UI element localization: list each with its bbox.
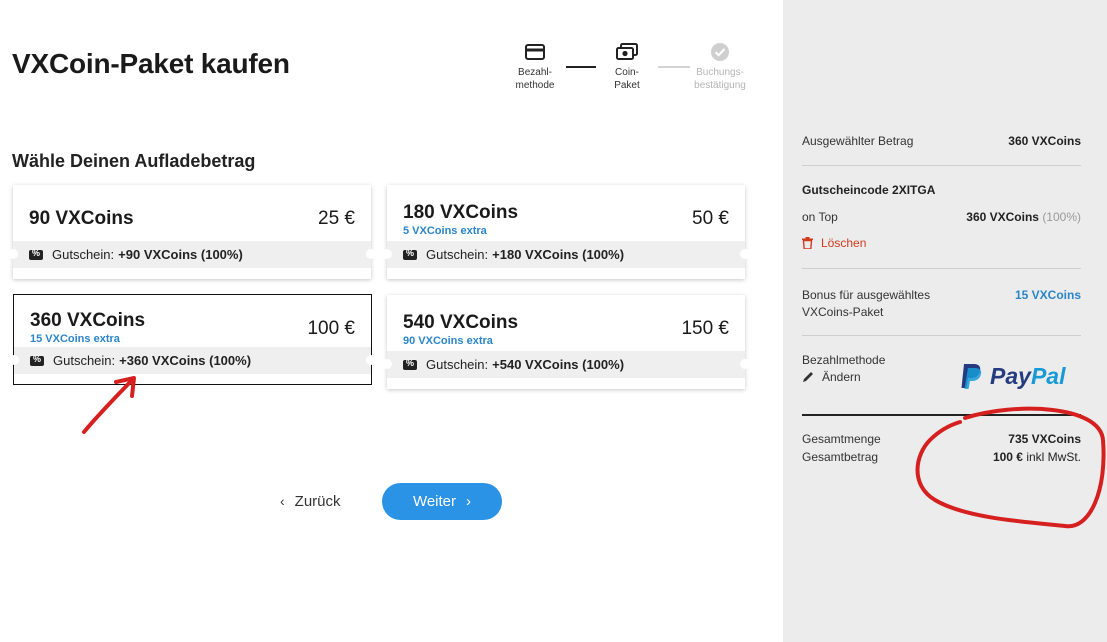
on-top-label: on Top bbox=[802, 210, 838, 224]
voucher-strip: Gutschein: +540 VXCoins (100%) bbox=[382, 351, 750, 378]
section-title: Wähle Deinen Aufladebetrag bbox=[12, 151, 256, 171]
step-label: Coin- Paket bbox=[614, 67, 640, 91]
voucher-value: +540 VXCoins (100%) bbox=[492, 357, 625, 372]
voucher-icon bbox=[29, 248, 43, 260]
package-extra: 15 VXCoins extra bbox=[30, 333, 120, 345]
package-price: 25 € bbox=[318, 208, 355, 229]
delete-voucher-button[interactable]: Löschen bbox=[802, 236, 866, 250]
package-price: 50 € bbox=[692, 208, 729, 229]
voucher-label: Gutschein: bbox=[426, 247, 489, 262]
page-title: VXCoin-Paket kaufen bbox=[12, 48, 290, 79]
package-name: 360 VXCoins bbox=[30, 310, 146, 331]
divider bbox=[802, 268, 1081, 269]
total-amount-label: Gesamtbetrag bbox=[802, 450, 879, 464]
selected-amount-label: Ausgewählter Betrag bbox=[802, 134, 914, 148]
change-label: Ändern bbox=[822, 370, 861, 384]
voucher-value: +180 VXCoins (100%) bbox=[492, 247, 625, 262]
on-top-value: 360 VXCoins (100%) bbox=[966, 210, 1081, 224]
package-card-540[interactable]: 540 VXCoins 90 VXCoins extra 150 € Gutsc… bbox=[382, 295, 750, 389]
paypal-logo: PayPal bbox=[960, 360, 1065, 392]
package-extra: 5 VXCoins extra bbox=[403, 225, 487, 237]
voucher-strip: Gutschein: +180 VXCoins (100%) bbox=[382, 241, 750, 268]
package-card-180[interactable]: 180 VXCoins 5 VXCoins extra 50 € Gutsche… bbox=[382, 185, 750, 279]
voucher-label: Gutschein: bbox=[53, 353, 116, 368]
total-quantity-label: Gesamtmenge bbox=[802, 432, 881, 446]
divider bbox=[802, 165, 1081, 166]
package-price: 100 € bbox=[307, 318, 355, 339]
change-payment-button[interactable]: Ändern bbox=[802, 370, 861, 384]
main-content: VXCoin-Paket kaufen Bezahl-methode Coin-… bbox=[0, 0, 783, 642]
voucher-icon bbox=[403, 248, 417, 260]
selected-amount-value: 360 VXCoins bbox=[1008, 134, 1081, 148]
step-booking-confirmation: Buchungs-bestätigung bbox=[685, 42, 755, 92]
selected-amount-row: Ausgewählter Betrag 360 VXCoins bbox=[802, 134, 1081, 148]
delete-label: Löschen bbox=[821, 236, 867, 250]
paypal-text-pal: Pal bbox=[1030, 362, 1066, 389]
next-button[interactable]: Weiter › bbox=[382, 483, 502, 520]
chevron-right-icon: › bbox=[466, 493, 472, 510]
voucher-strip: Gutschein: +90 VXCoins (100%) bbox=[8, 241, 376, 268]
step-payment-method: Bezahl-methode bbox=[500, 42, 570, 92]
voucher-value: +90 VXCoins (100%) bbox=[118, 247, 243, 262]
bonus-row: Bonus für ausgewähltes VXCoins-Paket 15 V… bbox=[802, 287, 1081, 321]
bonus-value: 15 VXCoins bbox=[1014, 288, 1081, 302]
total-amount-row: Gesamtbetrag 100 € inkl MwSt. bbox=[802, 450, 1081, 464]
pencil-icon bbox=[803, 372, 813, 382]
check-circle-icon bbox=[711, 43, 729, 61]
package-name: 540 VXCoins bbox=[403, 312, 519, 333]
voucher-code-label: Gutscheincode 2XITGA bbox=[802, 183, 936, 197]
back-label: Zurück bbox=[294, 492, 341, 510]
on-top-row: on Top 360 VXCoins (100%) bbox=[802, 210, 1081, 224]
package-name: 180 VXCoins bbox=[403, 202, 519, 223]
credit-card-icon bbox=[525, 44, 545, 60]
package-price: 150 € bbox=[681, 318, 729, 339]
bonus-label: Bonus für ausgewähltes VXCoins-Paket bbox=[802, 288, 931, 319]
step-coin-package: Coin- Paket bbox=[592, 42, 662, 92]
trash-icon bbox=[802, 237, 813, 249]
voucher-icon bbox=[403, 358, 417, 370]
package-extra: 90 VXCoins extra bbox=[403, 335, 493, 347]
chevron-left-icon: ‹ bbox=[280, 493, 285, 509]
total-amount-value: 100 € inkl MwSt. bbox=[992, 450, 1081, 464]
total-divider bbox=[802, 414, 1081, 416]
step-label: Bezahl-methode bbox=[515, 67, 555, 91]
package-name: 90 VXCoins bbox=[29, 208, 134, 229]
package-card-90[interactable]: 90 VXCoins 25 € Gutschein: +90 VXCoins (… bbox=[8, 185, 376, 279]
voucher-label: Gutschein: bbox=[52, 247, 115, 262]
order-summary-sidebar: Ausgewählter Betrag 360 VXCoins Gutschei… bbox=[783, 0, 1107, 642]
voucher-label: Gutschein: bbox=[426, 357, 489, 372]
divider bbox=[802, 335, 1081, 336]
voucher-strip: Gutschein: +360 VXCoins (100%) bbox=[9, 347, 376, 374]
total-quantity-value: 735 VXCoins bbox=[1008, 432, 1081, 446]
cash-icon bbox=[616, 43, 638, 60]
paypal-icon bbox=[961, 364, 982, 389]
back-button[interactable]: ‹ Zurück bbox=[280, 488, 341, 514]
paypal-text-pay: Pay bbox=[990, 362, 1031, 389]
total-quantity-row: Gesamtmenge 735 VXCoins bbox=[802, 432, 1081, 446]
voucher-icon bbox=[30, 354, 44, 366]
next-label: Weiter bbox=[412, 493, 457, 510]
step-label: Buchungs-bestätigung bbox=[694, 67, 746, 91]
voucher-value: +360 VXCoins (100%) bbox=[119, 353, 252, 368]
package-card-360[interactable]: 360 VXCoins 15 VXCoins extra 100 € Gutsc… bbox=[9, 294, 376, 385]
progress-stepper: Bezahl-methode Coin- Paket Buchungs-bestä… bbox=[500, 42, 760, 102]
